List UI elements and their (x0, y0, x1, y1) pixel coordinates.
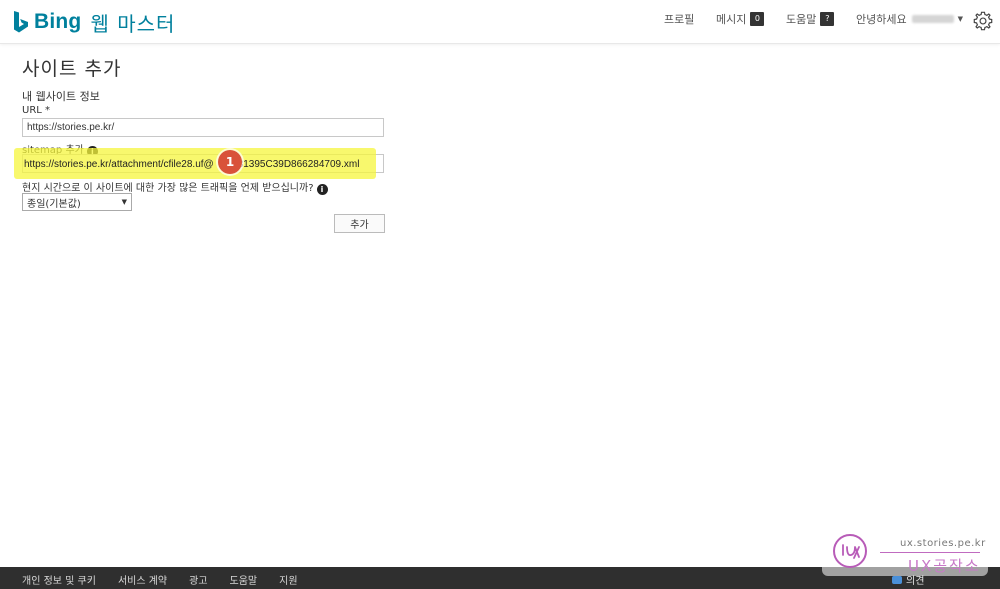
ux-logo-icon (833, 534, 867, 568)
footer-link-help[interactable]: 도움말 (230, 572, 258, 587)
traffic-info-icon[interactable]: i (316, 184, 328, 195)
nav-help-link[interactable]: 도움말 ? (786, 11, 835, 27)
nav-profile-label: 프로필 (664, 13, 695, 26)
section-title: 내 웹사이트 정보 (22, 90, 100, 103)
blurred-username (911, 15, 954, 23)
bing-webmaster-logo[interactable]: Bing 웹 마스터 (12, 8, 175, 36)
url-input-value: https://stories.pe.kr/ (27, 122, 115, 133)
nav-messages-link[interactable]: 메시지 0 (716, 11, 765, 27)
speech-bubble-icon (892, 575, 902, 584)
add-site-button[interactable]: 추가 (334, 214, 385, 233)
bing-b-logo-icon (14, 11, 28, 33)
messages-count-badge: 0 (750, 12, 765, 26)
watermark-divider (880, 552, 980, 553)
nav-messages-label: 메시지 (716, 13, 747, 26)
product-name: 웹 마스터 (90, 11, 176, 36)
footer-link-support[interactable]: 지원 (279, 572, 297, 587)
sitemap-input-value: https://stories.pe.kr/attachment/cfile28… (24, 159, 359, 170)
url-input[interactable]: https://stories.pe.kr/ (22, 118, 384, 137)
step-marker-1: 1 (218, 150, 242, 174)
nav-profile-link[interactable]: 프로필 (664, 11, 694, 27)
sitemap-value-prefix: https://stories.pe.kr/attachment/cfile28… (24, 159, 214, 170)
page-title: 사이트 추가 (22, 58, 122, 80)
top-header: Bing 웹 마스터 프로필 메시지 0 도움말 ? 안녕하세요 ▼ (0, 0, 1000, 44)
sitemap-value-suffix: 31395C39D866284709.xml (237, 159, 360, 170)
footer-link-terms[interactable]: 서비스 계약 (118, 572, 167, 587)
url-label: URL * (22, 105, 51, 116)
footer-link-privacy[interactable]: 개인 정보 및 쿠키 (22, 572, 96, 587)
traffic-time-select[interactable]: 종일(기본값) ▼ (22, 193, 132, 211)
watermark-url: ux.stories.pe.kr (900, 538, 986, 549)
user-menu[interactable]: 안녕하세요 ▼ (856, 11, 963, 27)
nav-help-label: 도움말 (786, 13, 817, 26)
caret-down-icon: ▼ (957, 15, 963, 23)
gear-icon[interactable] (972, 10, 994, 32)
select-arrow-icon: ▼ (121, 198, 127, 206)
footer-link-ads[interactable]: 광고 (189, 572, 207, 587)
brand-name: Bing (34, 10, 82, 33)
greeting-label: 안녕하세요 (856, 13, 907, 26)
help-badge: ? (820, 12, 835, 26)
traffic-select-value: 종일(기본값) (27, 198, 81, 210)
watermark-name: UX공작소 (908, 557, 981, 575)
footer-links: 개인 정보 및 쿠키 서비스 계약 광고 도움말 지원 (22, 572, 320, 587)
